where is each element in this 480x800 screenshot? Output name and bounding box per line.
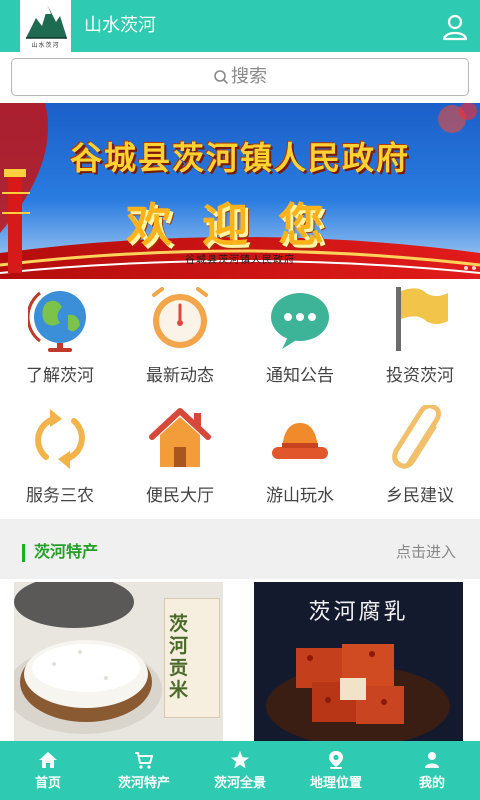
banner-carousel[interactable]: 谷城县茨河镇人民政府 欢迎您 谷城县茨河镇人民政府 [0,103,480,279]
tab-label: 茨河全景 [213,776,266,791]
menu-label: 投资茨河 [386,366,454,386]
product-label: 茨河腐乳 [308,600,409,625]
stopwatch-icon [152,287,208,348]
tab-label: 茨河特产 [117,776,170,791]
menu-item-invest[interactable]: 投资茨河 [360,279,480,399]
house-icon [149,408,211,467]
product-list: 茨河贡米 茨河腐乳 [0,579,480,741]
home-icon [39,752,57,768]
chat-bubble-icon [271,293,329,349]
app-logo[interactable]: 山水茨河 [20,0,71,52]
bottom-tab-bar: 首页 茨河特产 茨河全景 地理位置 我的 [0,741,480,800]
banner-subtitle: 谷城县茨河镇人民政府 [185,255,295,266]
menu-item-service-hall[interactable]: 便民大厅 [120,399,240,519]
search-placeholder: 搜索 [231,66,267,87]
menu-label: 便民大厅 [146,486,214,506]
person-icon [425,752,439,768]
menu-grid: 了解茨河 最新动态 通知公告 投资茨河 服务三农 便民大厅 游山玩水 乡民建议 [0,279,480,519]
menu-label: 了解茨河 [26,366,94,386]
menu-item-agriculture[interactable]: 服务三农 [0,399,120,519]
search-icon [214,70,229,85]
tab-panorama[interactable]: 茨河全景 [192,741,288,800]
logo-caption: 山水茨河 [31,42,60,49]
tab-location[interactable]: 地理位置 [288,741,384,800]
tab-label: 我的 [418,776,445,791]
product-card-tofu[interactable]: 茨河腐乳 [254,582,463,741]
star-icon [231,751,249,769]
tab-home[interactable]: 首页 [0,741,96,800]
flag-icon [396,287,448,351]
location-pin-icon [329,751,343,769]
search-input[interactable]: 搜索 [12,59,468,95]
app-header: 山水茨河 山水茨河 [0,0,480,52]
refresh-arrows-icon [35,409,85,469]
globe-icon [28,291,86,352]
product-label: 茨河贡米 [169,613,189,701]
search-bar[interactable]: 搜索 [11,58,469,96]
menu-item-notices[interactable]: 通知公告 [240,279,360,399]
menu-label: 服务三农 [26,486,94,506]
mountain-logo-icon [26,6,67,39]
banner-welcome: 欢迎您 [126,198,354,252]
hat-icon [272,423,328,459]
section-accent-bar [22,544,25,562]
menu-label: 通知公告 [266,366,334,386]
carousel-dot[interactable] [472,266,476,270]
cart-icon [135,752,153,769]
banner-title: 谷城县茨河镇人民政府 [69,139,410,177]
user-icon[interactable] [440,12,470,42]
section-more-link[interactable]: 点击进入 [396,541,456,563]
menu-item-news[interactable]: 最新动态 [120,279,240,399]
menu-label: 最新动态 [146,366,214,386]
section-title: 茨河特产 [34,542,99,561]
tab-label: 首页 [34,776,61,791]
rice-label-tag: 茨河贡米 [164,598,220,718]
menu-label: 乡民建议 [386,486,454,506]
product-card-rice[interactable]: 茨河贡米 [14,582,223,741]
menu-item-learn[interactable]: 了解茨河 [0,279,120,399]
tab-specialties[interactable]: 茨河特产 [96,741,192,800]
menu-item-tourism[interactable]: 游山玩水 [240,399,360,519]
paperclip-icon [392,405,442,469]
tab-label: 地理位置 [309,776,362,791]
carousel-dot[interactable] [464,266,468,270]
menu-item-suggestions[interactable]: 乡民建议 [360,399,480,519]
app-title: 山水茨河 [84,15,156,36]
tab-profile[interactable]: 我的 [384,741,480,800]
menu-label: 游山玩水 [266,486,334,506]
